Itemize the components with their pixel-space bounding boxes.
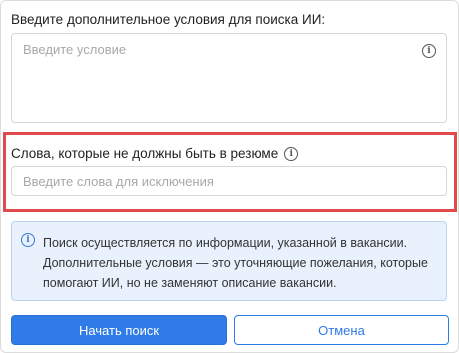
notice-line: Поиск осуществляется по информации, указ… <box>43 236 408 250</box>
excluded-words-label-row: Слова, которые не должны быть в резюме i <box>11 146 299 161</box>
conditions-textarea[interactable]: Введите условие i <box>11 33 447 123</box>
info-icon: i <box>21 233 35 247</box>
info-icon[interactable]: i <box>422 44 436 58</box>
start-search-button[interactable]: Начать поиск <box>11 315 227 345</box>
conditions-label: Введите дополнительное условия для поиск… <box>11 12 326 27</box>
excluded-words-placeholder: Введите слова для исключения <box>23 174 214 189</box>
conditions-placeholder: Введите условие <box>23 42 127 57</box>
search-conditions-panel: Введите дополнительное условия для поиск… <box>0 0 459 353</box>
notice-line: Дополнительные условия — это уточняющие … <box>43 256 428 270</box>
excluded-words-input[interactable]: Введите слова для исключения <box>11 166 447 196</box>
notice-line: помогают ИИ, но не заменяют описание вак… <box>43 276 337 290</box>
info-notice: i Поиск осуществляется по информации, ук… <box>11 221 447 301</box>
cancel-button[interactable]: Отмена <box>234 315 449 345</box>
notice-text: Поиск осуществляется по информации, указ… <box>43 233 439 293</box>
excluded-words-label: Слова, которые не должны быть в резюме <box>11 146 279 161</box>
info-icon[interactable]: i <box>284 146 299 161</box>
